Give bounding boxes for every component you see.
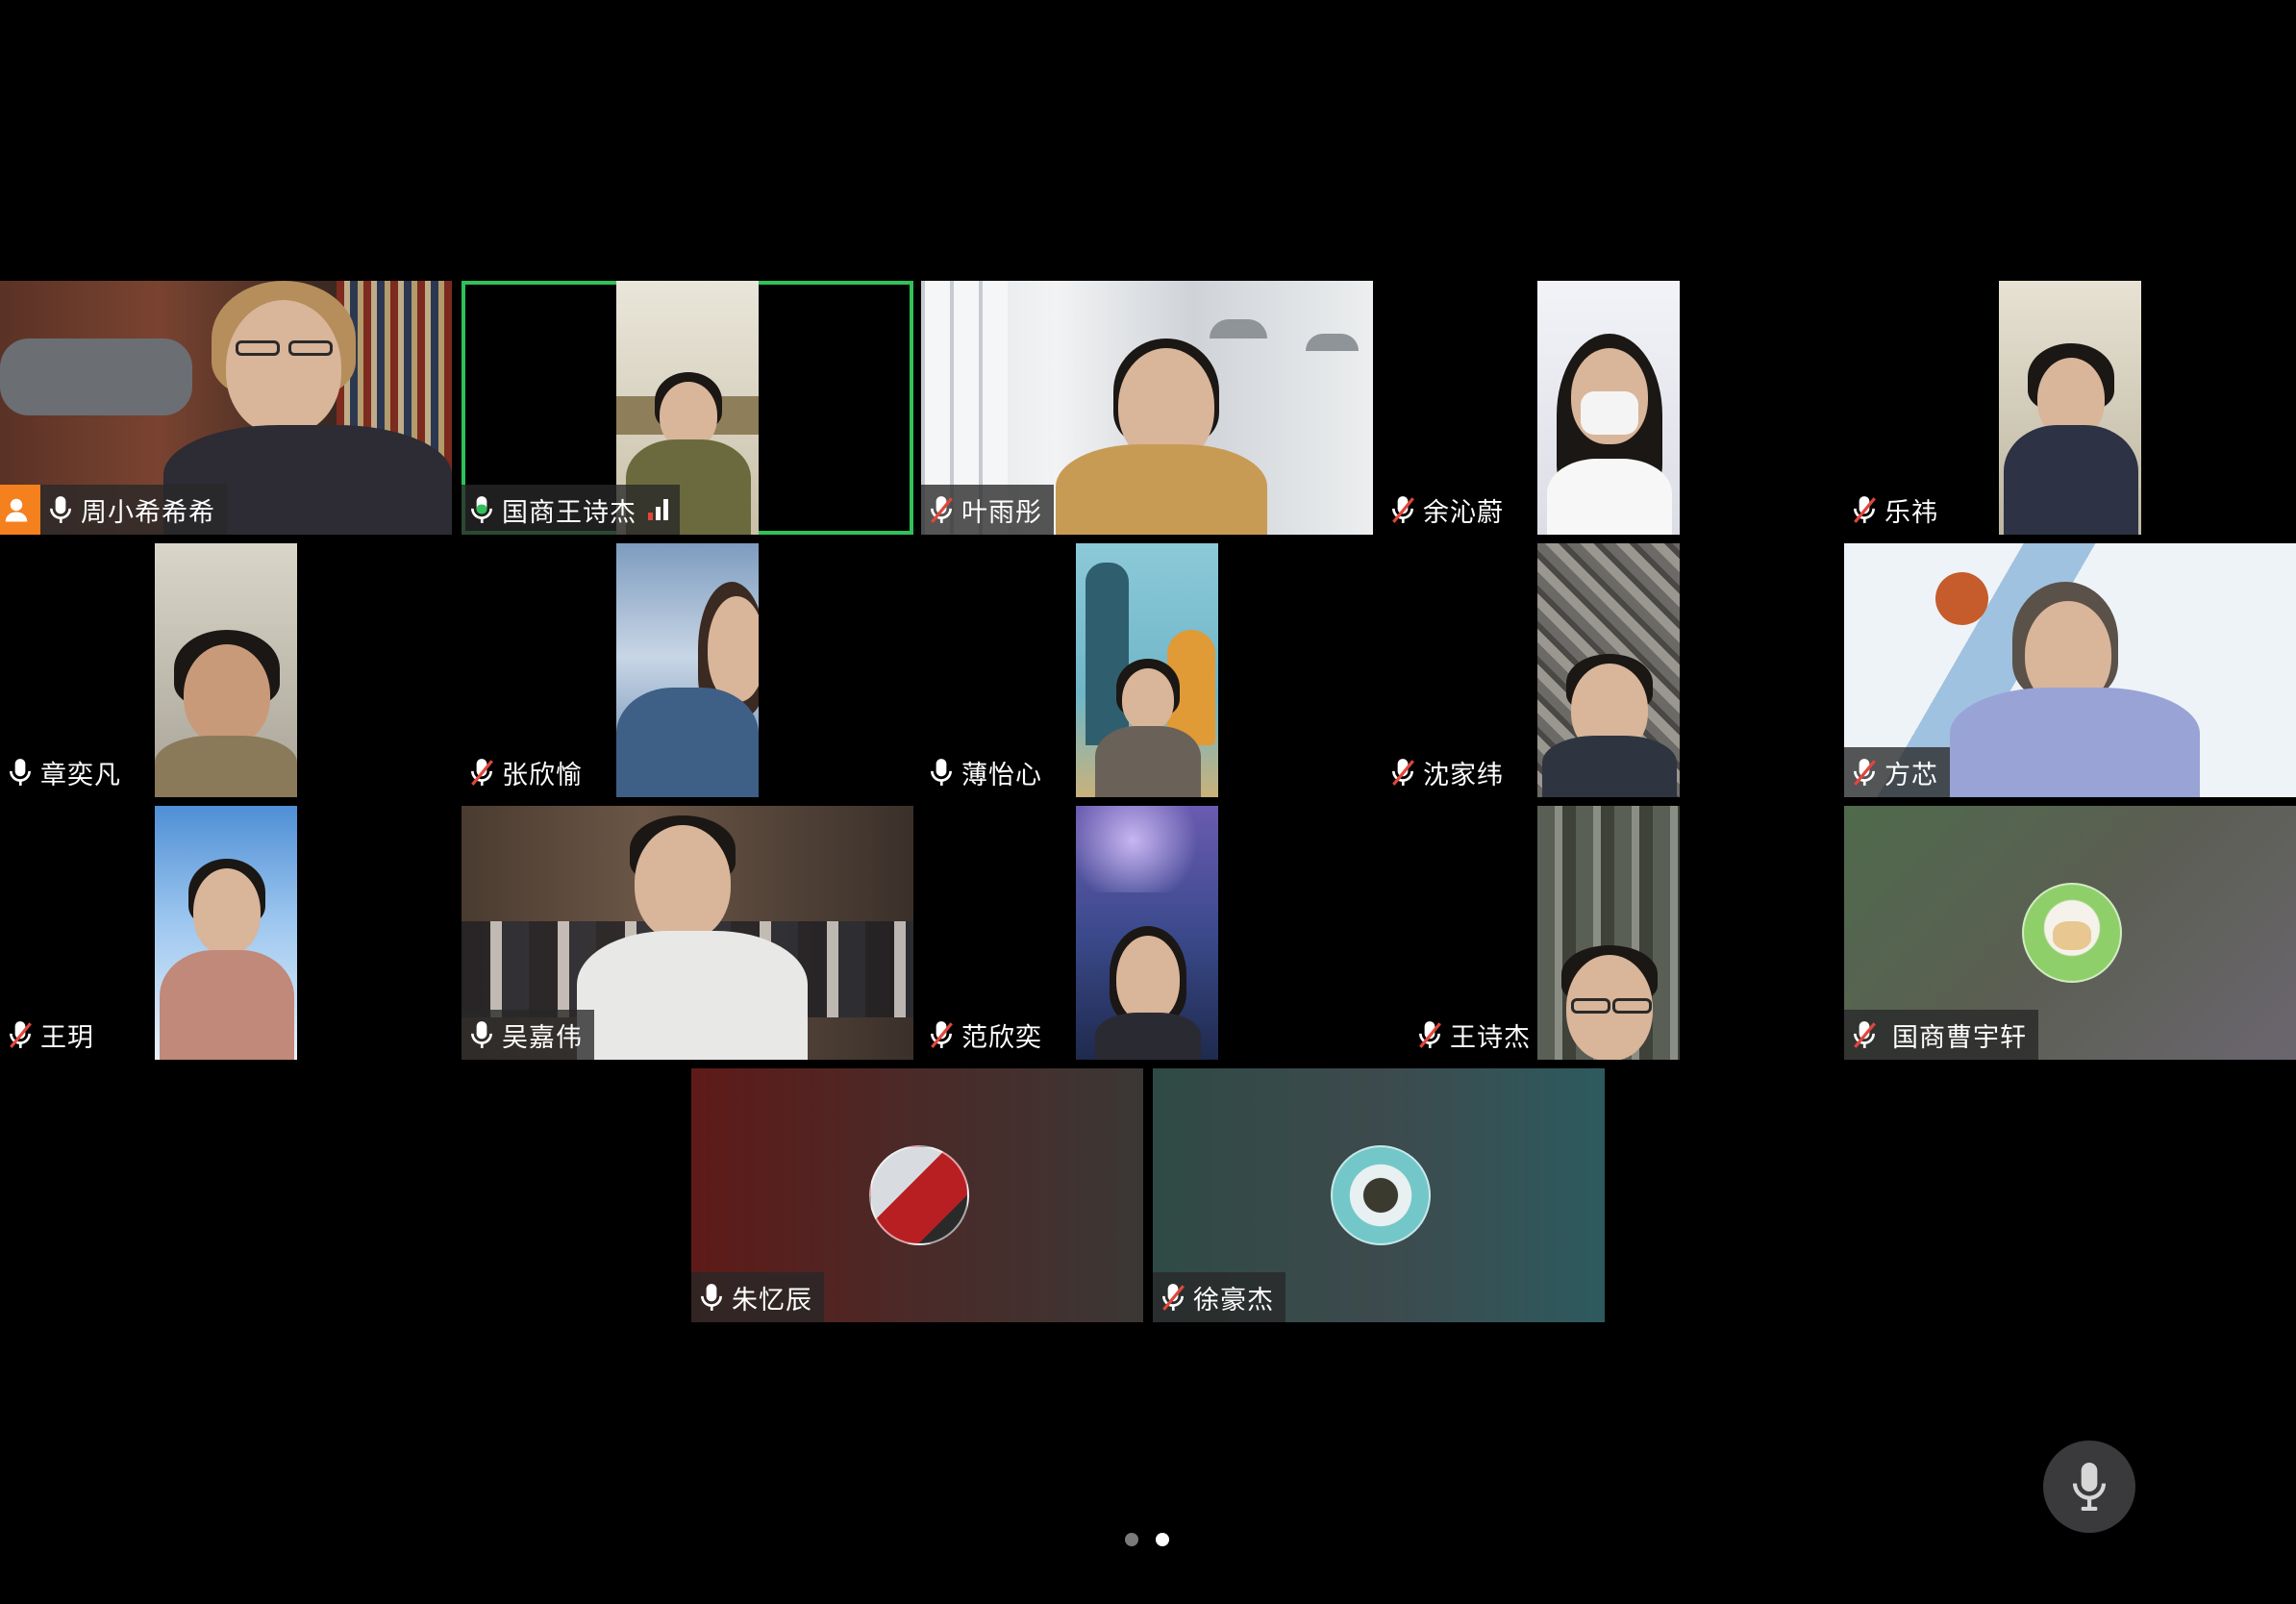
participant-tile[interactable]: 朱忆辰 [691, 1068, 1143, 1322]
participant-tile[interactable]: 王诗杰 [1383, 806, 1834, 1060]
avatar [2022, 883, 2122, 983]
name-badge: 叶雨彤 [921, 485, 1054, 535]
participant-tile[interactable]: 国商曹宇轩 [1844, 806, 2296, 1060]
participant-name: 乐祎 [1884, 497, 1938, 528]
video-feed [1537, 281, 1680, 535]
name-badge: 王诗杰 [1410, 1010, 1542, 1060]
name-badge: 余沁蔚 [1383, 485, 1515, 535]
microphone-icon [469, 1020, 494, 1049]
video-feed [1076, 806, 1218, 1060]
name-badge: 朱忆辰 [691, 1272, 824, 1322]
participant-tile[interactable]: 乐祎 [1844, 281, 2296, 535]
video-feed [155, 543, 297, 797]
microphone-muted-icon [1852, 1020, 1877, 1049]
participant-tile[interactable]: 章奕凡 [0, 543, 452, 797]
participant-tile[interactable]: 余沁蔚 [1383, 281, 1834, 535]
microphone-muted-icon [929, 1020, 954, 1049]
participant-tile[interactable]: 方芯 [1844, 543, 2296, 797]
participant-name: 徐豪杰 [1193, 1285, 1274, 1316]
microphone-muted-icon [1160, 1283, 1185, 1312]
video-feed [1999, 281, 2141, 535]
participant-tile[interactable]: 徐豪杰 [1153, 1068, 1605, 1322]
participant-name: 王玥 [40, 1022, 94, 1053]
name-badge: 乐祎 [1844, 485, 1950, 535]
video-feed [1537, 543, 1680, 797]
participant-name: 朱忆辰 [732, 1285, 812, 1316]
microphone-icon [8, 758, 33, 787]
microphone-icon [48, 495, 73, 524]
microphone-muted-icon [1852, 495, 1877, 524]
name-badge: 张欣愉 [462, 747, 594, 797]
participant-name: 吴嘉伟 [502, 1022, 583, 1053]
participant-name: 章奕凡 [40, 760, 121, 790]
participant-name: 沈家纬 [1423, 760, 1504, 790]
name-badge: 范欣奕 [921, 1010, 1054, 1060]
participant-tile[interactable]: 周小希希希 [0, 281, 452, 535]
participant-name: 余沁蔚 [1423, 497, 1504, 528]
participant-tile[interactable]: 沈家纬 [1383, 543, 1834, 797]
participant-tile[interactable]: 张欣愉 [462, 543, 913, 797]
participant-name: 王诗杰 [1450, 1022, 1531, 1053]
microphone-icon [469, 495, 494, 524]
page-dot-1[interactable] [1125, 1533, 1138, 1546]
name-badge: 周小希希希 [0, 485, 227, 535]
participant-tile[interactable]: 王玥 [0, 806, 452, 1060]
participant-tile[interactable]: 范欣奕 [921, 806, 1373, 1060]
page-dot-2[interactable] [1156, 1533, 1169, 1546]
microphone-icon [929, 758, 954, 787]
host-person-icon [0, 485, 40, 535]
signal-strength-icon [648, 499, 668, 520]
microphone-muted-icon [1390, 495, 1415, 524]
microphone-muted-icon [1390, 758, 1415, 787]
microphone-muted-icon [929, 495, 954, 524]
name-badge: 吴嘉伟 [462, 1010, 594, 1060]
participant-name: 周小希希希 [81, 497, 215, 528]
participant-name: 薄怡心 [961, 760, 1042, 790]
microphone-muted-icon [8, 1020, 33, 1049]
video-feed [155, 806, 297, 1060]
microphone-muted-icon [469, 758, 494, 787]
participant-name: 叶雨彤 [961, 497, 1042, 528]
participant-name: 国商王诗杰 [502, 497, 636, 528]
name-badge: 薄怡心 [921, 747, 1054, 797]
microphone-icon [699, 1283, 724, 1312]
avatar [869, 1145, 969, 1245]
participant-name: 方芯 [1884, 760, 1938, 790]
participant-tile-active[interactable]: 国商王诗杰 [462, 281, 913, 535]
participant-tile[interactable]: 叶雨彤 [921, 281, 1373, 535]
video-feed [1537, 806, 1680, 1060]
microphone-icon [2072, 1463, 2107, 1511]
participant-name: 范欣奕 [961, 1022, 1042, 1053]
participant-tile[interactable]: 吴嘉伟 [462, 806, 913, 1060]
name-badge: 国商曹宇轩 [1844, 1010, 2038, 1060]
participant-name: 张欣愉 [502, 760, 583, 790]
page-indicator[interactable] [1125, 1533, 1169, 1546]
microphone-muted-icon [1852, 758, 1877, 787]
participant-tile[interactable]: 薄怡心 [921, 543, 1373, 797]
microphone-toggle-button[interactable] [2043, 1441, 2135, 1533]
name-badge: 方芯 [1844, 747, 1950, 797]
name-badge: 徐豪杰 [1153, 1272, 1285, 1322]
name-badge: 沈家纬 [1383, 747, 1515, 797]
video-feed [1076, 543, 1218, 797]
participant-name: 国商曹宇轩 [1892, 1022, 2027, 1053]
name-badge: 章奕凡 [0, 747, 133, 797]
video-feed [616, 543, 759, 797]
avatar [1331, 1145, 1431, 1245]
microphone-muted-icon [1417, 1020, 1442, 1049]
name-badge: 王玥 [0, 1010, 106, 1060]
name-badge: 国商王诗杰 [462, 485, 680, 535]
